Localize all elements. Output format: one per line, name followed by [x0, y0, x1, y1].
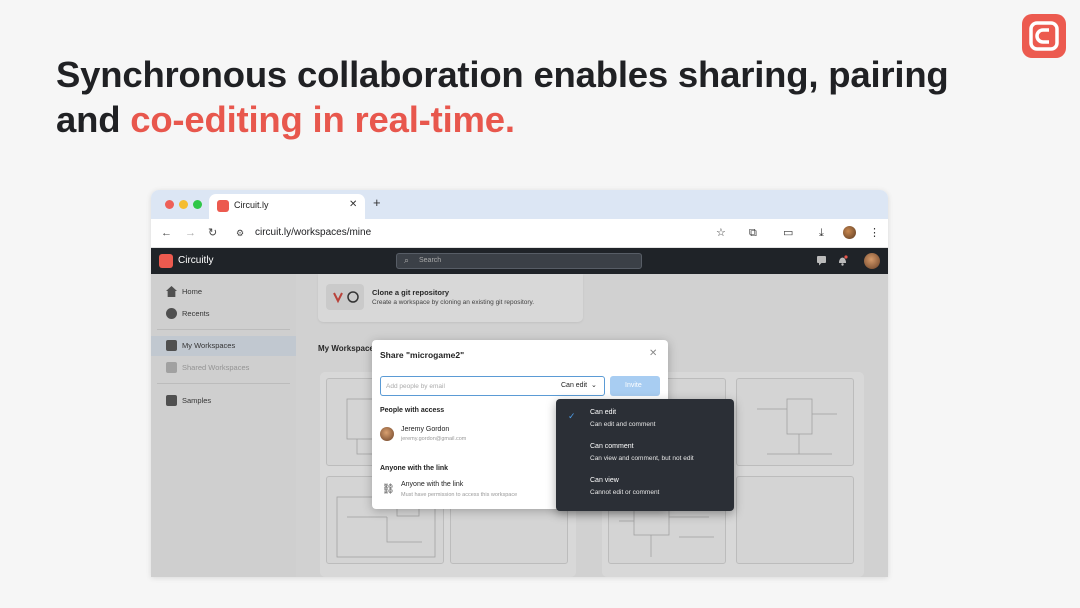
dialog-title: Share "microgame2" — [380, 350, 465, 360]
maximize-window-dot[interactable] — [193, 200, 202, 209]
option-can-comment[interactable]: Can comment Can view and comment, but no… — [556, 436, 734, 470]
people-with-access-heading: People with access — [380, 407, 445, 414]
notifications-bell-icon[interactable] — [837, 255, 848, 266]
slide-headline: Synchronous collaboration enables sharin… — [56, 52, 996, 142]
link-icon: ⛓ — [382, 484, 395, 495]
option-subtitle: Can edit and comment — [590, 421, 656, 428]
option-title: Can view — [590, 477, 619, 484]
feedback-icon[interactable] — [816, 255, 827, 266]
chevron-down-icon[interactable]: ⌄ — [591, 381, 597, 389]
add-people-placeholder: Add people by email — [386, 383, 445, 390]
option-subtitle: Cannot edit or comment — [590, 489, 660, 496]
close-icon[interactable]: ✕ — [649, 348, 657, 359]
browser-tab-bar: Circuit.ly ✕ + — [151, 190, 888, 219]
tab-title: Circuit.ly — [234, 200, 269, 210]
add-people-input[interactable]: Add people by email Can edit ⌄ — [380, 376, 605, 396]
site-settings-icon[interactable]: ⚙ — [236, 226, 244, 240]
invite-button-label: Invite — [625, 382, 642, 389]
address-bar: ← → ↻ ⚙ circuit.ly/workspaces/mine ☆ ⧉ ▭… — [151, 219, 888, 248]
forward-arrow-icon[interactable]: → — [185, 226, 196, 240]
app-logo-icon[interactable] — [159, 254, 173, 268]
link-access-title[interactable]: Anyone with the link — [401, 481, 463, 488]
person-name: Jeremy Gordon — [401, 426, 450, 433]
search-input[interactable]: ⌕ Search — [396, 253, 642, 269]
headline-accent-text: co-editing in real-time. — [130, 99, 515, 140]
tab-close-icon[interactable]: ✕ — [349, 199, 357, 210]
search-icon: ⌕ — [404, 255, 410, 265]
minimize-window-dot[interactable] — [179, 200, 188, 209]
check-icon: ✓ — [568, 411, 576, 421]
permission-select[interactable]: Can edit — [561, 382, 587, 389]
cast-icon[interactable]: ▭ — [783, 226, 793, 240]
url-field[interactable]: circuit.ly/workspaces/mine — [255, 227, 371, 238]
download-icon[interactable]: ⤓ — [819, 226, 824, 240]
favicon-icon — [217, 200, 229, 212]
person-avatar — [380, 427, 394, 441]
bookmark-star-icon[interactable]: ☆ — [716, 226, 726, 240]
permission-dropdown-menu: ✓ Can edit Can edit and comment Can comm… — [556, 399, 734, 511]
search-placeholder: Search — [419, 257, 442, 264]
link-access-subtitle: Must have permission to access this work… — [401, 492, 518, 498]
user-avatar[interactable] — [864, 253, 880, 269]
browser-tab[interactable]: Circuit.ly ✕ — [209, 194, 365, 219]
menu-dots-icon[interactable]: ⋮ — [869, 226, 880, 240]
option-can-edit[interactable]: ✓ Can edit Can edit and comment — [556, 402, 734, 436]
person-email: jeremy.gordon@gmail.com — [401, 436, 467, 442]
back-arrow-icon[interactable]: ← — [161, 226, 172, 240]
option-can-view[interactable]: Can view Cannot edit or comment — [556, 470, 734, 504]
app-header: Circuitly ⌕ Search — [151, 248, 888, 274]
invite-button[interactable]: Invite — [610, 376, 660, 396]
new-tab-button[interactable]: + — [373, 196, 381, 210]
browser-window: Circuit.ly ✕ + ← → ↻ ⚙ circuit.ly/worksp… — [151, 190, 888, 577]
option-subtitle: Can view and comment, but not edit — [590, 455, 694, 462]
app-name: Circuitly — [178, 255, 214, 266]
reload-icon[interactable]: ↻ — [208, 226, 217, 240]
extensions-icon[interactable]: ⧉ — [749, 226, 757, 240]
circuitly-logo-icon — [1022, 14, 1066, 58]
option-title: Can edit — [590, 409, 617, 416]
link-access-heading: Anyone with the link — [380, 465, 449, 472]
close-window-dot[interactable] — [165, 200, 174, 209]
profile-avatar[interactable] — [843, 226, 856, 239]
option-title: Can comment — [590, 443, 634, 450]
